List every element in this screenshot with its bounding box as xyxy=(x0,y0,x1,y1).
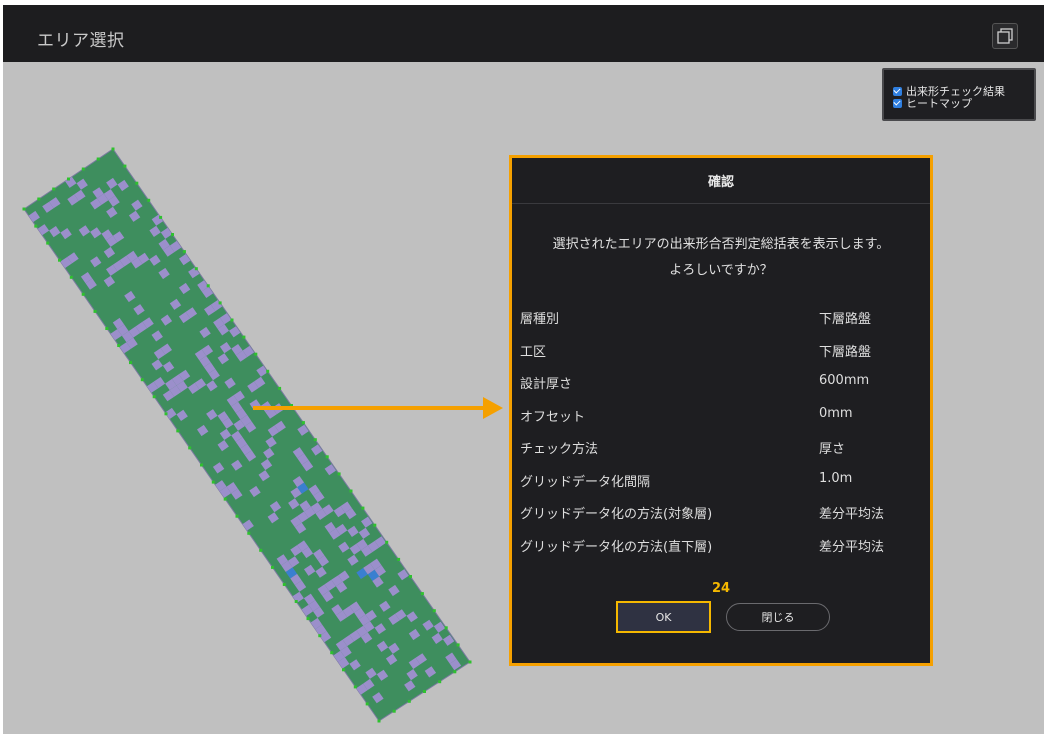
row-value: 厚さ xyxy=(819,442,846,457)
row-value: 600mm xyxy=(819,373,870,388)
row-label: 工区 xyxy=(520,344,547,360)
message-line: 選択されたエリアの出来形合否判定総括表を表示します。 xyxy=(552,237,890,252)
confirm-dialog: 確認 選択されたエリアの出来形合否判定総括表を表示します。 よろしいですか？ 層… xyxy=(509,155,933,666)
settings-row: 設計厚さ 600mm xyxy=(512,373,930,406)
row-value: 差分平均法 xyxy=(819,539,885,555)
checkbox-icon[interactable] xyxy=(893,86,902,96)
dialog-title: 確認 xyxy=(707,175,734,190)
settings-row: 層種別 下層路盤 xyxy=(512,308,930,341)
settings-row: オフセット 0mm xyxy=(512,406,930,439)
row-value: 0mm xyxy=(819,405,853,421)
row-label: 層種別 xyxy=(520,312,560,327)
settings-list: 層種別 下層路盤 工区 下層路盤 設計厚さ 600mm オフセット 0mm チェック方法… xyxy=(512,308,930,568)
row-label: 設計厚さ xyxy=(520,377,573,392)
settings-row: グリッドデータ化の方法(対象層) 差分平均法 xyxy=(512,503,930,536)
row-value: 下層路盤 xyxy=(819,344,872,360)
ok-button[interactable]: OK xyxy=(616,601,711,633)
heatmap-area[interactable] xyxy=(23,148,471,722)
dialog-header: 確認 xyxy=(512,158,930,204)
settings-row: グリッドデータ化間隔 1.0m xyxy=(512,471,930,504)
layer-label: ヒートマップ xyxy=(906,97,972,110)
row-value: 1.0m xyxy=(819,470,853,486)
settings-row: チェック方法 厚さ xyxy=(512,438,930,471)
settings-row: グリッドデータ化の方法(直下層) 差分平均法 xyxy=(512,536,930,569)
row-label: グリッドデータ化間隔 xyxy=(520,474,651,490)
row-label: グリッドデータ化の方法(直下層) xyxy=(520,539,713,555)
step-counter: 24 xyxy=(711,581,731,596)
app-window: エリア選択 出来形チェック結果 ヒートマップ 確認 選択されたエリアの出来形合否… xyxy=(3,5,1044,734)
row-label: グリッドデータ化の方法(対象層) xyxy=(520,507,713,522)
message-line: よろしいですか？ xyxy=(669,263,773,278)
settings-row: 工区 下層路盤 xyxy=(512,341,930,374)
layer-toggle-heatmap[interactable]: ヒートマップ xyxy=(893,97,1034,110)
close-button[interactable]: 閉じる xyxy=(726,603,830,631)
checkbox-icon[interactable] xyxy=(893,98,902,108)
layer-control-panel: 出来形チェック結果 ヒートマップ xyxy=(882,68,1036,121)
row-label: オフセット xyxy=(520,409,586,425)
row-label: チェック方法 xyxy=(520,442,599,457)
row-value: 差分平均法 xyxy=(819,507,885,522)
dialog-message: 選択されたエリアの出来形合否判定総括表を表示します。 よろしいですか？ xyxy=(512,232,930,284)
row-value: 下層路盤 xyxy=(819,312,872,327)
